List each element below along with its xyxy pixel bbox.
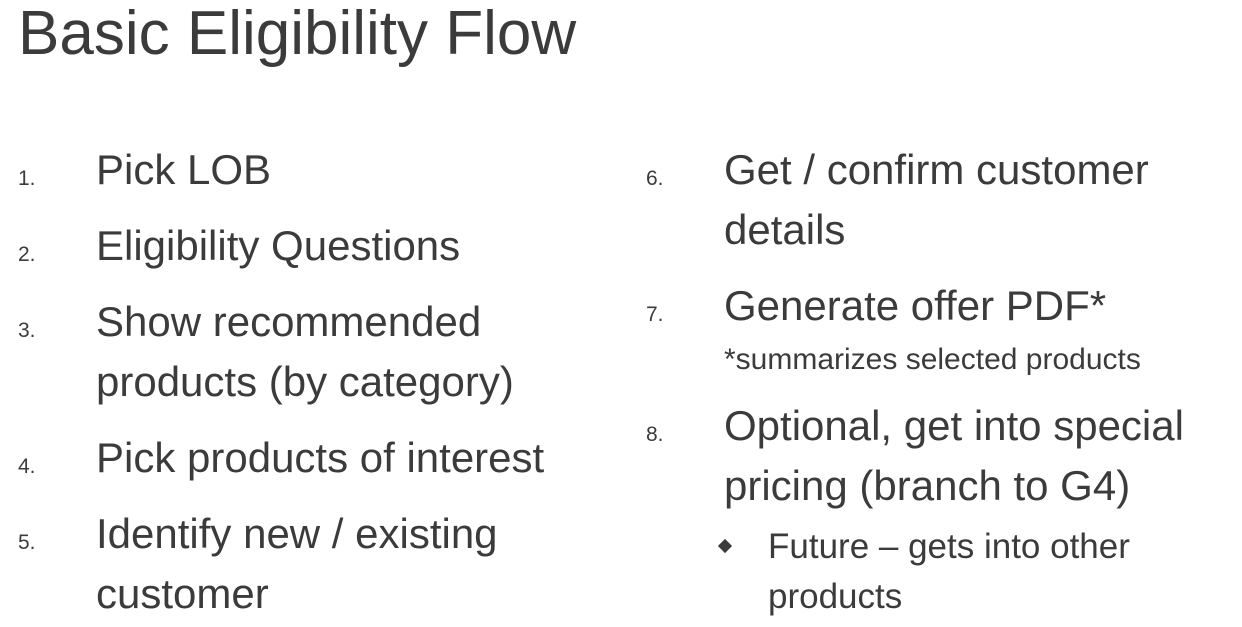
step-number: 8. bbox=[646, 423, 664, 446]
step-item-5: 5. Identify new / existing customer bbox=[18, 504, 566, 624]
step-item-6: 6. Get / confirm customer details bbox=[646, 140, 1204, 276]
step-footnote: *summarizes selected products bbox=[724, 343, 1141, 376]
slide-title: Basic Eligibility Flow bbox=[18, 0, 577, 68]
step-item-2: 2. Eligibility Questions bbox=[18, 216, 618, 292]
left-step-list: 1. Pick LOB 2. Eligibility Questions 3. … bbox=[18, 140, 618, 624]
step-text: Optional, get into special pricing (bran… bbox=[724, 402, 1184, 509]
step-number: 2. bbox=[18, 243, 36, 266]
step-text: Pick products of interest bbox=[96, 434, 545, 481]
step-text: Generate offer PDF* bbox=[724, 282, 1107, 329]
diamond-bullet-icon bbox=[717, 538, 733, 554]
step-text: Eligibility Questions bbox=[96, 222, 461, 269]
step-number: 3. bbox=[18, 319, 36, 342]
step-number: 1. bbox=[18, 167, 36, 190]
step-number: 7. bbox=[646, 303, 664, 326]
sub-bullet-text: Future – gets into other products bbox=[768, 527, 1130, 616]
right-step-list: 6. Get / confirm customer details 7. Gen… bbox=[646, 140, 1236, 622]
step-number: 4. bbox=[18, 455, 36, 478]
step-item-3: 3. Show recommended products (by categor… bbox=[18, 292, 586, 428]
step-item-1: 1. Pick LOB bbox=[18, 140, 618, 216]
sub-bullet-item: Future – gets into other products bbox=[646, 522, 1188, 622]
step-text: Pick LOB bbox=[96, 146, 272, 193]
step-text: Show recommended products (by category) bbox=[96, 298, 514, 405]
step-number: 5. bbox=[18, 531, 36, 554]
step-text: Identify new / existing customer bbox=[96, 510, 498, 617]
step-item-4: 4. Pick products of interest bbox=[18, 428, 618, 504]
step-number: 6. bbox=[646, 167, 664, 190]
step-item-8: 8. Optional, get into special pricing (b… bbox=[646, 396, 1242, 520]
step-item-7: 7. Generate offer PDF* *summarizes selec… bbox=[646, 276, 1236, 396]
step-text: Get / confirm customer details bbox=[724, 146, 1149, 253]
